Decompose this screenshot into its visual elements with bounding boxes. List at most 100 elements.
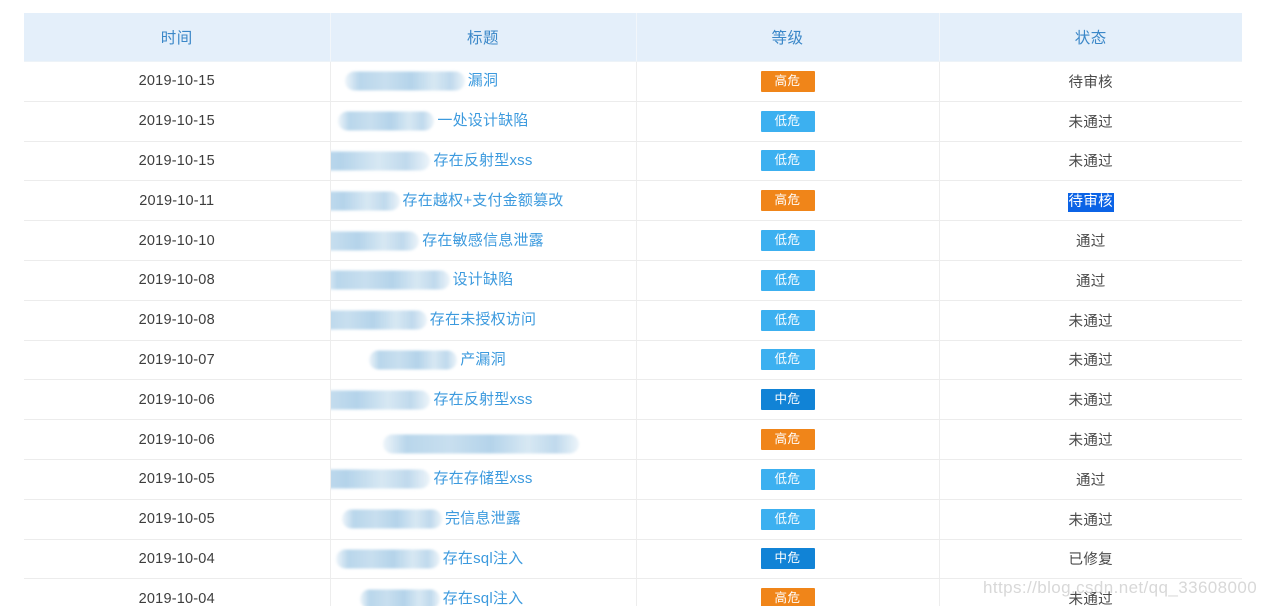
cell-time: 2019-10-05 [24, 459, 331, 500]
title-wrapper: 存在反射型xss [330, 142, 532, 180]
table-row[interactable]: 2019-10-05 存在存储型xss 低危 通过 [24, 459, 1242, 500]
cell-status: 未通过 [939, 578, 1242, 606]
severity-badge: 低危 [760, 150, 815, 172]
table-row[interactable]: 2019-10-06 高危 未通过 [24, 419, 1242, 460]
table-row[interactable]: 2019-10-08 存在未授权访问 低危 未通过 [24, 300, 1242, 341]
status-text: 未通过 [1068, 512, 1113, 529]
redaction-overlay [330, 151, 431, 171]
vulnerability-title-link[interactable]: 漏洞 [468, 72, 498, 89]
cell-level: 高危 [636, 180, 940, 222]
cell-status: 未通过 [939, 141, 1242, 182]
severity-badge: 高危 [760, 190, 815, 212]
status-text: 未通过 [1068, 114, 1113, 131]
cell-level: 低危 [636, 499, 940, 540]
table-header-row: 时间 标题 等级 状态 [24, 13, 1242, 62]
cell-title: 存在存储型xss [330, 459, 637, 500]
severity-badge: 高危 [760, 70, 815, 92]
title-wrapper: 存在敏感信息泄露 [330, 222, 544, 260]
vulnerability-title-link[interactable]: 存在敏感信息泄露 [422, 232, 544, 249]
vulnerability-title-link[interactable]: 存在未授权访问 [430, 311, 536, 328]
status-text: 未通过 [1068, 313, 1113, 330]
vulnerability-title-link[interactable]: 存在反射型xss [433, 391, 532, 408]
cell-time: 2019-10-10 [24, 220, 331, 261]
table-row[interactable]: 2019-10-11 存在越权+支付金额篡改 高危 待审核 [24, 180, 1242, 222]
column-header-time[interactable]: 时间 [24, 13, 331, 62]
cell-time: 2019-10-06 [24, 379, 331, 421]
vulnerability-title-link[interactable]: 存在sql注入 [443, 590, 524, 606]
severity-badge: 低危 [760, 230, 815, 252]
redaction-overlay [330, 310, 427, 330]
status-text: 通过 [1075, 472, 1106, 489]
table-row[interactable]: 2019-10-04 存在sql注入 高危 未通过 [24, 578, 1242, 606]
status-text: 未通过 [1068, 353, 1113, 370]
cell-title: 漏洞 [330, 61, 637, 102]
cell-title: 存在敏感信息泄露 [330, 220, 637, 261]
cell-level: 低危 [636, 220, 940, 261]
table-row[interactable]: 2019-10-10 存在敏感信息泄露 低危 通过 [24, 220, 1242, 261]
table-header: 时间 标题 等级 状态 [24, 13, 1242, 62]
status-text: 通过 [1075, 273, 1106, 290]
cell-level: 中危 [636, 539, 940, 580]
redaction-overlay [335, 549, 440, 569]
vulnerability-title-link[interactable]: 存在越权+支付金额篡改 [403, 192, 564, 209]
severity-badge: 低危 [760, 349, 815, 371]
cell-time: 2019-10-15 [24, 101, 331, 142]
table-body: 2019-10-15 漏洞 高危 待审核 2019-10-15 一处设计缺陷 低危 未通过 20… [24, 61, 1242, 606]
cell-title: 完信息泄露 [330, 499, 637, 540]
status-text: 已修复 [1068, 552, 1113, 569]
column-header-level[interactable]: 等级 [636, 13, 940, 62]
title-wrapper: 存在越权+支付金额篡改 [330, 182, 564, 220]
severity-badge: 中危 [760, 389, 815, 411]
severity-badge: 低危 [760, 110, 815, 132]
vulnerability-title-link[interactable]: 一处设计缺陷 [437, 112, 528, 129]
table-row[interactable]: 2019-10-07 产漏洞 低危 未通过 [24, 340, 1242, 381]
cell-level: 高危 [636, 419, 940, 460]
redaction-overlay [330, 469, 431, 489]
cell-level: 高危 [636, 61, 940, 102]
vulnerability-list-page: 时间 标题 等级 状态 2019-10-15 漏洞 高危 待审核 2019-10-15 一… [0, 0, 1266, 606]
vulnerability-table-container: 时间 标题 等级 状态 2019-10-15 漏洞 高危 待审核 2019-10-15 一… [24, 13, 1242, 606]
vulnerability-title-link[interactable]: 存在sql注入 [443, 550, 524, 567]
status-text: 未通过 [1068, 592, 1113, 606]
redaction-overlay [383, 434, 579, 454]
redaction-overlay [344, 71, 465, 91]
title-wrapper: 漏洞 [344, 62, 498, 100]
column-header-status[interactable]: 状态 [939, 13, 1242, 62]
cell-title: 存在反射型xss [330, 379, 637, 421]
table-row[interactable]: 2019-10-05 完信息泄露 低危 未通过 [24, 499, 1242, 540]
redaction-overlay [330, 191, 400, 211]
vulnerability-title-link[interactable]: 存在存储型xss [433, 470, 532, 487]
title-wrapper: 一处设计缺陷 [338, 102, 528, 140]
vulnerability-title-link[interactable]: 产漏洞 [460, 351, 506, 368]
status-text: 通过 [1075, 234, 1106, 251]
cell-time: 2019-10-04 [24, 578, 331, 606]
redaction-overlay [369, 350, 458, 370]
title-wrapper: 存在反射型xss [330, 381, 532, 419]
vulnerability-title-link[interactable]: 设计缺陷 [453, 271, 514, 288]
cell-title: 产漏洞 [330, 340, 637, 381]
cell-time: 2019-10-04 [24, 539, 331, 580]
table-row[interactable]: 2019-10-04 存在sql注入 中危 已修复 [24, 539, 1242, 580]
cell-status: 已修复 [939, 539, 1242, 580]
cell-level: 高危 [636, 578, 940, 606]
redaction-overlay [330, 390, 431, 410]
table-row[interactable]: 2019-10-15 漏洞 高危 待审核 [24, 61, 1242, 102]
cell-status: 未通过 [939, 379, 1242, 421]
column-header-title[interactable]: 标题 [330, 13, 637, 62]
vulnerability-title-link[interactable]: 完信息泄露 [445, 510, 521, 527]
vulnerability-table: 时间 标题 等级 状态 2019-10-15 漏洞 高危 待审核 2019-10-15 一… [24, 13, 1242, 606]
cell-time: 2019-10-06 [24, 419, 331, 460]
vulnerability-title-link[interactable]: 存在反射型xss [433, 152, 532, 169]
table-row[interactable]: 2019-10-15 存在反射型xss 低危 未通过 [24, 141, 1242, 182]
table-row[interactable]: 2019-10-15 一处设计缺陷 低危 未通过 [24, 101, 1242, 142]
table-row[interactable]: 2019-10-08 设计缺陷 低危 通过 [24, 260, 1242, 301]
cell-status: 未通过 [939, 300, 1242, 341]
cell-time: 2019-10-15 [24, 141, 331, 182]
table-row[interactable]: 2019-10-06 存在反射型xss 中危 未通过 [24, 379, 1242, 421]
cell-time: 2019-10-08 [24, 260, 331, 301]
severity-badge: 高危 [760, 588, 815, 606]
cell-level: 低危 [636, 300, 940, 341]
title-wrapper: 设计缺陷 [330, 261, 514, 299]
status-text: 未通过 [1068, 433, 1113, 450]
cell-level: 低危 [636, 101, 940, 142]
